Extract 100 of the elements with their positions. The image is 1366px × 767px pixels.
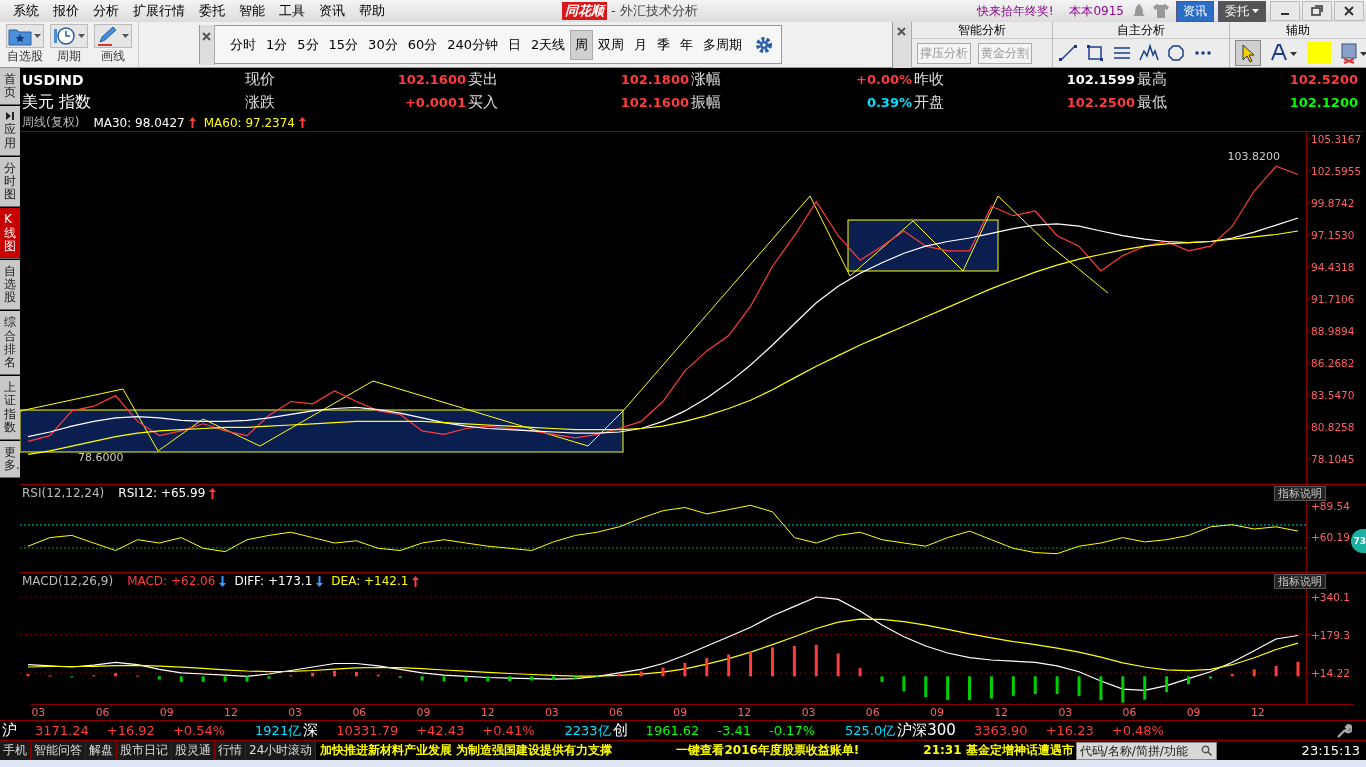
field-value: 0.39%	[866, 95, 912, 110]
status-tab[interactable]: 智能问答	[31, 741, 86, 760]
price-annotation: 78.6000	[78, 451, 124, 465]
menu-item[interactable]: 报价	[46, 2, 86, 20]
field-value: 102.1600	[397, 72, 466, 87]
axis-label: 09	[416, 706, 431, 720]
period-tab[interactable]: 5分	[292, 29, 324, 60]
period-tab[interactable]: 多周期	[698, 29, 748, 60]
pointer-icon[interactable]	[1235, 40, 1261, 66]
status-tab[interactable]: 解盘	[86, 741, 117, 760]
period-tab[interactable]: 双周	[593, 29, 630, 60]
symbol-code: USDIND	[21, 71, 85, 88]
indicator-help-button[interactable]: 指标说明	[1274, 485, 1326, 501]
period-tab[interactable]: 分时	[225, 29, 261, 60]
axis-label: 86.2682	[1311, 357, 1355, 370]
field-label: 买入	[468, 93, 498, 112]
period-tab[interactable]: 周	[570, 29, 594, 60]
menu-item[interactable]: 工具	[272, 2, 312, 20]
axis-label: 09	[673, 706, 688, 720]
indicator-name: MACD(12,26,9)	[22, 574, 114, 589]
search-icon	[1200, 745, 1212, 756]
period-tab[interactable]: 60分	[402, 29, 443, 60]
period-tab[interactable]: 30分	[363, 29, 403, 60]
news-link[interactable]: 一键查看2016年度股票收益账单!	[676, 742, 860, 759]
line-tool-icon[interactable]	[1058, 43, 1078, 63]
color-swatch[interactable]	[1307, 42, 1331, 64]
wrench-icon[interactable]	[1336, 722, 1352, 739]
indicator-value: MACD: +62.06	[127, 574, 216, 589]
side-tab[interactable]: K线图	[0, 208, 20, 259]
restore-icon[interactable]	[1302, 1, 1332, 21]
menu-item[interactable]: 扩展行情	[126, 2, 192, 20]
status-tab[interactable]: 行情	[215, 741, 246, 760]
index-value: 3171.24	[35, 723, 89, 738]
eraser-icon[interactable]	[1338, 40, 1366, 66]
axis-label: +340.1	[1311, 591, 1350, 604]
axis-label: 09	[1186, 706, 1201, 720]
price-annotation: 103.8200	[1227, 150, 1280, 164]
index-name: 沪	[2, 721, 17, 740]
side-tab[interactable]: 分时图	[0, 156, 20, 208]
period-tab[interactable]: 季	[652, 29, 676, 60]
status-tab[interactable]: 股市日记	[117, 741, 172, 760]
news-link[interactable]: 21:31 基金定增神话遭遇市	[923, 742, 1074, 759]
menu-item[interactable]: 系统	[6, 2, 46, 20]
toolbar-button[interactable]	[94, 24, 132, 48]
field-label: 涨幅	[691, 70, 721, 89]
period-tab[interactable]: 日	[503, 29, 527, 60]
period-tab[interactable]: 240分钟	[442, 29, 504, 60]
side-tab[interactable]: 上证指数	[0, 376, 20, 440]
axis-label: 12	[1250, 706, 1265, 720]
field-value: +0.00%	[856, 72, 912, 87]
side-tab[interactable]: 更多.	[0, 440, 20, 479]
status-tab[interactable]: 股灵通	[172, 741, 215, 760]
field-value: +0.0001	[404, 95, 466, 110]
menu-item[interactable]: 分析	[86, 2, 126, 20]
status-tab[interactable]: 手机	[0, 741, 31, 760]
field-label: 开盘	[914, 93, 944, 112]
side-tab[interactable]: 自选股	[0, 259, 20, 311]
chart-period: 周线(复权)	[22, 114, 80, 132]
index-value: +0.41%	[482, 723, 535, 738]
indicator-value: RSI12: +65.99	[118, 486, 206, 501]
indicator-value: DEA: +142.1	[331, 574, 409, 589]
menu-item[interactable]: 委托	[192, 2, 232, 20]
rectangle-tool-icon[interactable]	[1085, 43, 1105, 63]
axis-label: 97.1530	[1311, 229, 1355, 242]
news-link[interactable]: 加快推进新材料产业发展 为制造强国建设提供有力支撑	[320, 742, 613, 759]
toolbar-button[interactable]	[50, 24, 88, 48]
toolbar-button[interactable]	[6, 24, 44, 48]
search-field[interactable]: 代码/名称/简拼/功能	[1075, 741, 1217, 760]
close-icon[interactable]	[200, 24, 215, 65]
axis-label: 12	[737, 706, 752, 720]
promo-link[interactable]: 快来拾年终奖!	[976, 2, 1054, 20]
toolbar-label: 周期	[57, 48, 81, 65]
indicator-help-button[interactable]: 指标说明	[1274, 573, 1326, 589]
index-value: +0.48%	[1111, 723, 1164, 738]
value-badge: 73	[1351, 529, 1366, 554]
axis-label: 94.4318	[1311, 261, 1355, 274]
octagon-tool-icon[interactable]	[1166, 43, 1186, 63]
menu-item[interactable]: 帮助	[352, 2, 392, 20]
index-value: -3.41	[717, 723, 751, 738]
minimize-icon[interactable]	[1270, 1, 1300, 21]
side-tab[interactable]: 综合排名	[0, 311, 20, 376]
side-tab[interactable]: 首页	[0, 68, 20, 106]
period-tab[interactable]: 2天线	[526, 29, 571, 60]
axis-label: 99.8742	[1311, 197, 1355, 210]
menu-item[interactable]: 资讯	[312, 2, 352, 20]
section-title: 辅助	[1230, 22, 1366, 39]
close-icon[interactable]	[1334, 1, 1364, 21]
settings-icon[interactable]	[755, 35, 774, 54]
user-name[interactable]: 本本0915	[1069, 2, 1124, 20]
period-tab[interactable]: 月	[629, 29, 653, 60]
header-button[interactable]: 委托	[1218, 0, 1266, 22]
period-tab[interactable]: 年	[675, 29, 699, 60]
header-button[interactable]: 资讯	[1176, 0, 1214, 22]
status-tab[interactable]: 24小时滚动	[246, 741, 317, 760]
side-tab[interactable]: 应用	[0, 106, 20, 156]
period-tab[interactable]: 15分	[323, 29, 364, 60]
axis-label: 06	[609, 706, 623, 720]
wave-tool-icon[interactable]	[1139, 43, 1159, 63]
menu-item[interactable]: 智能	[232, 2, 272, 20]
period-tab[interactable]: 1分	[261, 29, 293, 60]
